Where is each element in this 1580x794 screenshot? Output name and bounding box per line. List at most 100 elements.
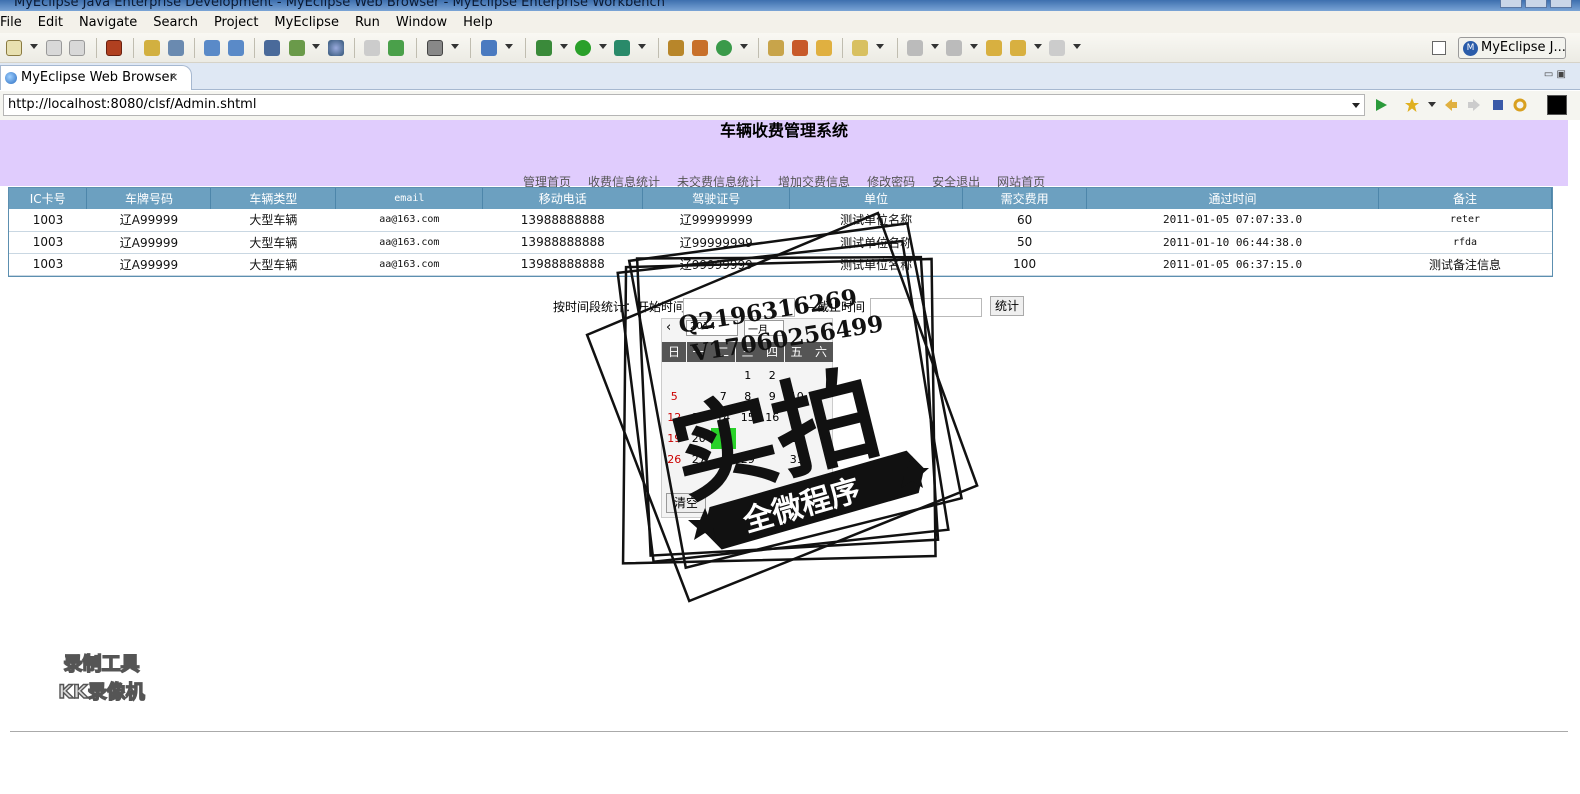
day-cell[interactable]: 16 bbox=[760, 407, 785, 428]
refresh-icon[interactable] bbox=[1512, 97, 1528, 113]
tab-web-browser[interactable]: MyEclipse Web Browser ✕ bbox=[0, 65, 192, 90]
wizard-icon[interactable] bbox=[204, 40, 220, 56]
calendar-clear-button[interactable]: 清空 bbox=[666, 493, 706, 513]
refresh-icon[interactable] bbox=[716, 40, 732, 56]
url-input[interactable]: http://localhost:8080/clsf/Admin.shtml bbox=[3, 94, 1365, 116]
day-cell[interactable] bbox=[736, 428, 761, 449]
day-cell[interactable]: 24 bbox=[785, 428, 810, 449]
day-cell[interactable]: 26 bbox=[662, 449, 687, 470]
end-time-input[interactable] bbox=[870, 298, 982, 317]
day-cell[interactable]: 27 bbox=[687, 449, 712, 470]
day-cell[interactable] bbox=[785, 365, 810, 386]
day-cell[interactable] bbox=[809, 449, 834, 470]
day-cell[interactable] bbox=[711, 449, 736, 470]
menu-edit[interactable]: Edit bbox=[30, 11, 71, 33]
menu-project[interactable]: Project bbox=[206, 11, 266, 33]
maximize-button[interactable] bbox=[1525, 0, 1547, 8]
browser-icon[interactable] bbox=[481, 40, 497, 56]
run-icon[interactable] bbox=[575, 40, 591, 56]
day-cell[interactable] bbox=[711, 365, 736, 386]
day-cell[interactable]: 7 bbox=[711, 386, 736, 407]
month-select[interactable]: 一月 bbox=[744, 320, 784, 336]
day-cell[interactable] bbox=[785, 407, 810, 428]
open-type-icon[interactable] bbox=[264, 40, 280, 56]
day-cell[interactable]: 5 bbox=[662, 386, 687, 407]
day-cell[interactable]: 15 bbox=[736, 407, 761, 428]
chevron-down-icon[interactable] bbox=[505, 44, 513, 49]
day-cell[interactable]: 10 bbox=[785, 386, 810, 407]
save-all-icon[interactable] bbox=[69, 40, 85, 56]
day-cell[interactable]: 9 bbox=[760, 386, 785, 407]
back-icon[interactable] bbox=[1443, 97, 1459, 113]
stop-icon[interactable] bbox=[1490, 97, 1506, 113]
open-folder-icon[interactable] bbox=[816, 40, 832, 56]
search-icon[interactable] bbox=[228, 40, 244, 56]
chevron-down-icon[interactable] bbox=[638, 44, 646, 49]
chevron-down-icon[interactable] bbox=[876, 44, 884, 49]
chevron-down-icon[interactable] bbox=[1428, 102, 1436, 107]
menu-file[interactable]: File bbox=[0, 11, 30, 33]
chevron-down-icon[interactable] bbox=[740, 44, 748, 49]
chevron-down-icon[interactable] bbox=[1073, 44, 1081, 49]
day-cell[interactable]: 20 bbox=[687, 428, 712, 449]
day-cell[interactable] bbox=[760, 449, 785, 470]
chevron-down-icon[interactable] bbox=[1034, 44, 1042, 49]
day-cell[interactable] bbox=[687, 365, 712, 386]
deploy-icon[interactable] bbox=[106, 40, 122, 56]
new-icon[interactable] bbox=[6, 40, 22, 56]
menu-myeclipse[interactable]: MyEclipse bbox=[266, 11, 347, 33]
debug-icon[interactable] bbox=[536, 40, 552, 56]
day-cell[interactable]: 19 bbox=[662, 428, 687, 449]
pin-icon[interactable] bbox=[792, 40, 808, 56]
minimize-button[interactable] bbox=[1500, 0, 1522, 8]
menu-help[interactable]: Help bbox=[455, 11, 501, 33]
prev-month-icon[interactable]: ‹ bbox=[666, 320, 671, 335]
day-cell[interactable] bbox=[662, 365, 687, 386]
db-icon[interactable] bbox=[168, 40, 184, 56]
globe-icon[interactable] bbox=[328, 40, 344, 56]
menu-search[interactable]: Search bbox=[145, 11, 206, 33]
day-cell[interactable] bbox=[809, 407, 834, 428]
open-resource-icon[interactable] bbox=[289, 40, 305, 56]
next-annotation-icon[interactable] bbox=[907, 40, 923, 56]
day-cell[interactable]: 12 bbox=[662, 407, 687, 428]
chevron-down-icon[interactable] bbox=[312, 44, 320, 49]
class-icon[interactable] bbox=[692, 40, 708, 56]
back-icon[interactable] bbox=[1010, 40, 1026, 56]
day-cell[interactable] bbox=[809, 428, 834, 449]
browser-menu-icon[interactable] bbox=[1547, 95, 1567, 115]
day-cell[interactable]: 14 bbox=[711, 407, 736, 428]
year-select[interactable]: 2014 bbox=[686, 320, 738, 336]
go-icon[interactable] bbox=[1373, 97, 1389, 113]
chevron-down-icon[interactable] bbox=[30, 44, 38, 49]
menu-run[interactable]: Run bbox=[347, 11, 388, 33]
day-cell[interactable] bbox=[809, 365, 834, 386]
menu-window[interactable]: Window bbox=[388, 11, 455, 33]
menu-navigate[interactable]: Navigate bbox=[71, 11, 145, 33]
day-cell[interactable] bbox=[760, 428, 785, 449]
external-tools-icon[interactable] bbox=[614, 40, 630, 56]
day-cell[interactable]: 29 bbox=[736, 449, 761, 470]
open-perspective-icon[interactable] bbox=[1432, 41, 1446, 55]
day-cell[interactable] bbox=[687, 386, 712, 407]
perspective-button[interactable]: M MyEclipse J... bbox=[1458, 37, 1566, 59]
stats-button[interactable]: 统计 bbox=[990, 296, 1024, 316]
forward-icon[interactable] bbox=[1466, 97, 1482, 113]
day-cell[interactable]: 31 bbox=[785, 449, 810, 470]
server-icon[interactable] bbox=[144, 40, 160, 56]
chevron-down-icon[interactable] bbox=[599, 44, 607, 49]
day-cell[interactable]: 8 bbox=[736, 386, 761, 407]
chevron-down-icon[interactable] bbox=[970, 44, 978, 49]
add-icon[interactable] bbox=[388, 40, 404, 56]
paste-icon[interactable] bbox=[364, 40, 380, 56]
day-cell[interactable]: 1 bbox=[736, 365, 761, 386]
last-edit-icon[interactable] bbox=[986, 40, 1002, 56]
forward-icon[interactable] bbox=[1049, 40, 1065, 56]
chevron-down-icon[interactable] bbox=[1352, 103, 1360, 108]
chevron-down-icon[interactable] bbox=[451, 44, 459, 49]
day-cell[interactable] bbox=[809, 386, 834, 407]
day-cell-today[interactable] bbox=[711, 428, 736, 449]
start-time-input[interactable] bbox=[683, 298, 795, 317]
day-cell[interactable]: 2 bbox=[760, 365, 785, 386]
close-button[interactable] bbox=[1550, 0, 1572, 8]
